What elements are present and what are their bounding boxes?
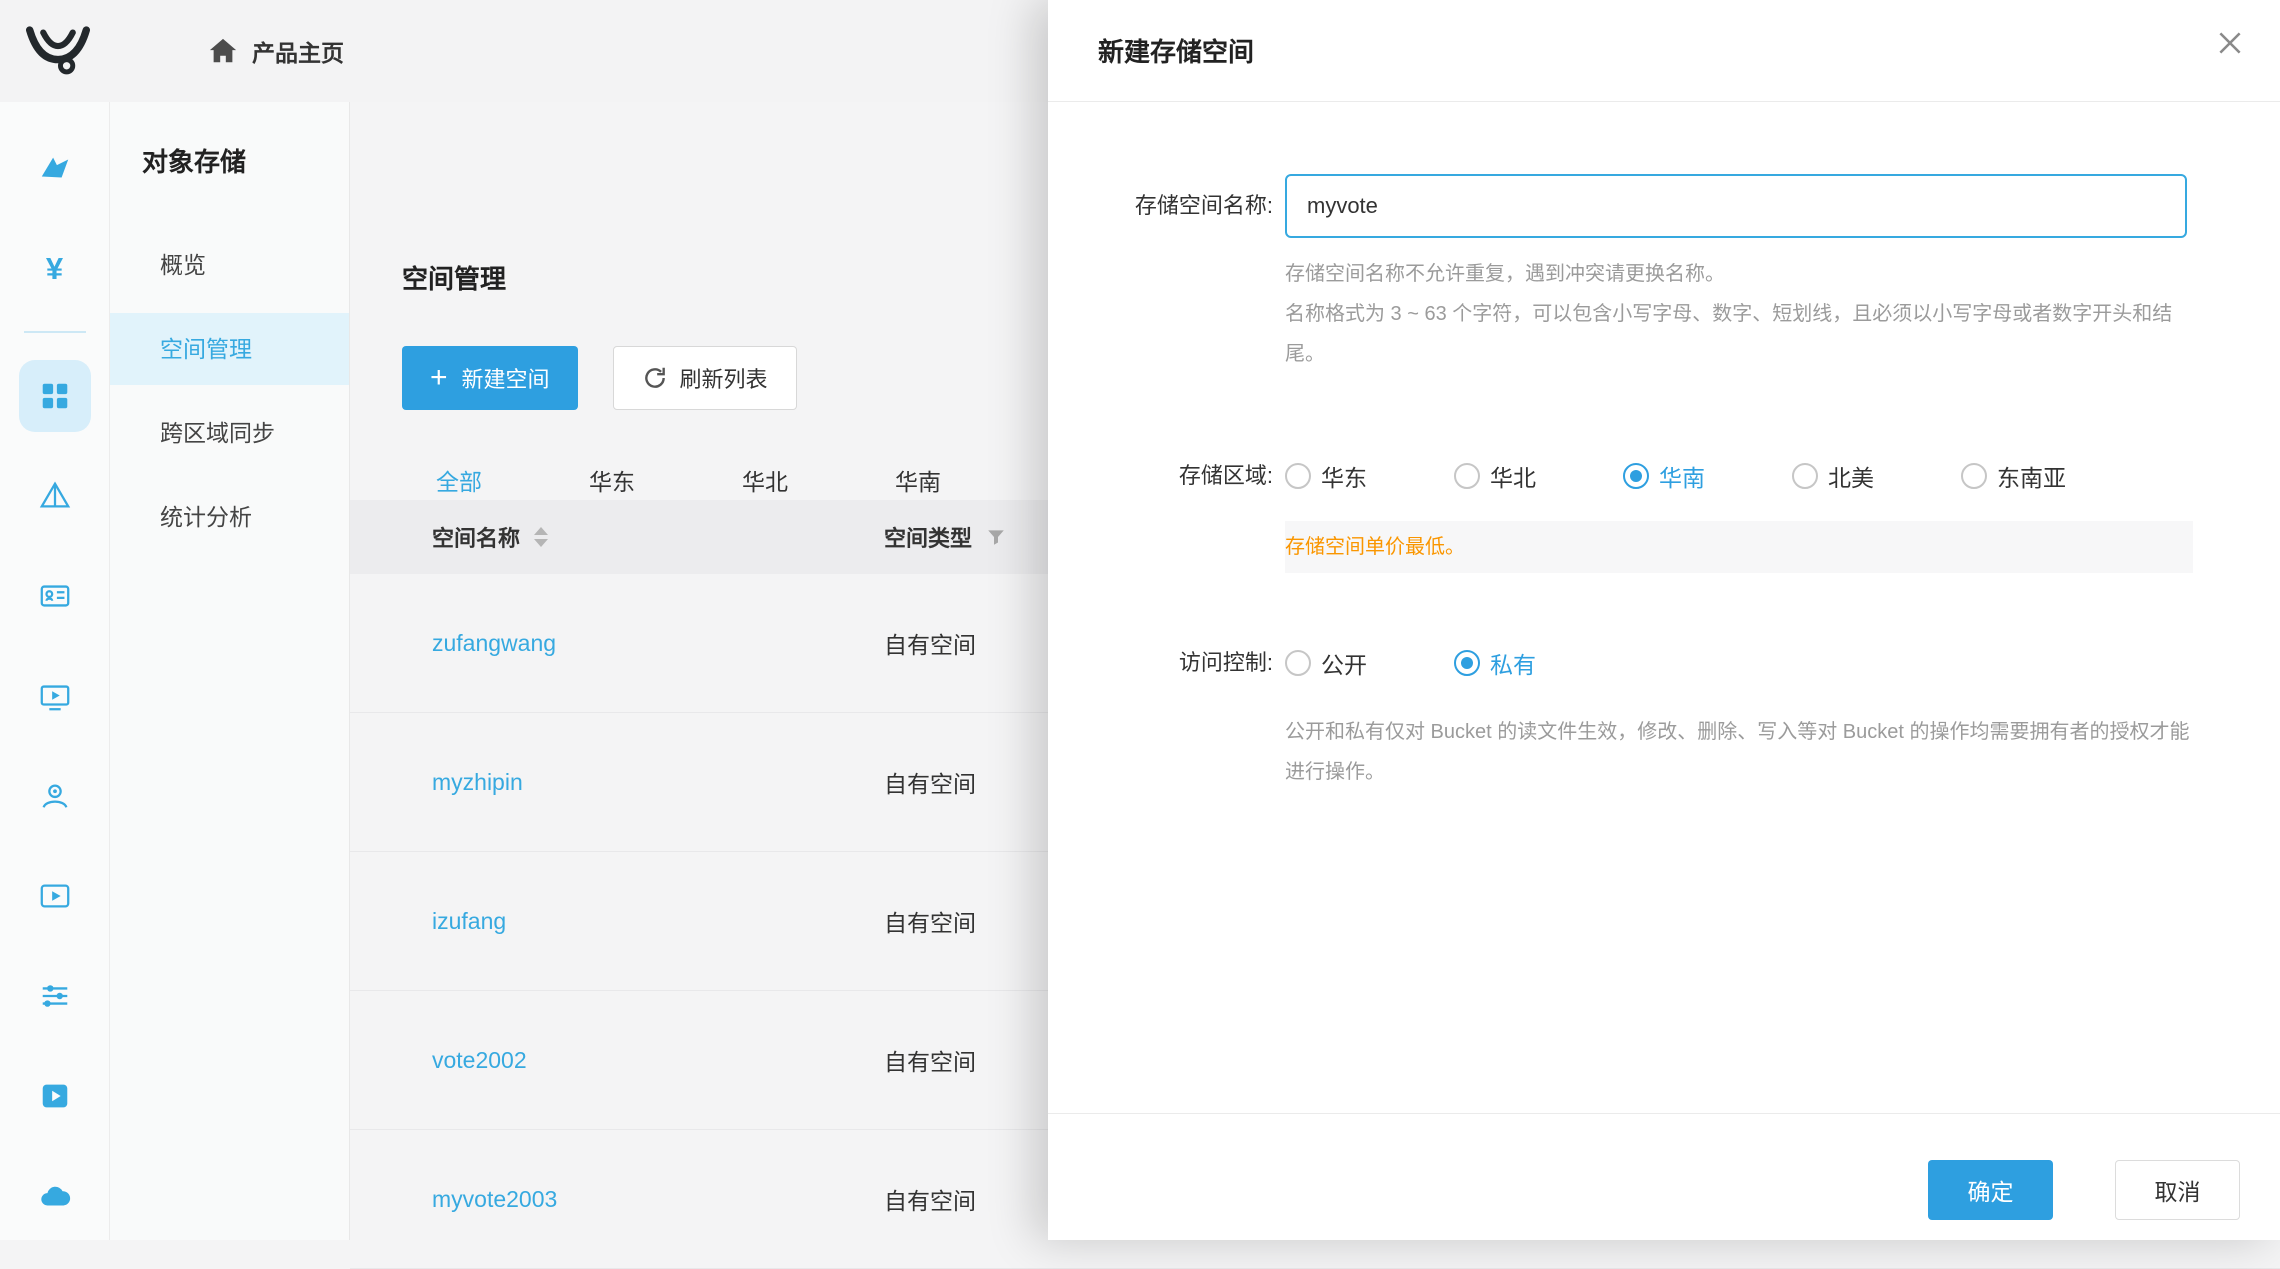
new-space-button[interactable]: + 新建空间: [402, 346, 578, 410]
filter-icon[interactable]: [986, 527, 1006, 547]
bucket-type: 自有空间: [884, 1182, 976, 1216]
radio-icon: [1285, 650, 1311, 676]
region-option-label: 华北: [1490, 459, 1536, 493]
new-space-button-label: 新建空间: [462, 362, 550, 394]
sidebar-item-space-management[interactable]: 空间管理: [110, 313, 349, 385]
region-option-southeast-asia[interactable]: 东南亚: [1961, 459, 2066, 493]
region-option-label: 北美: [1828, 459, 1874, 493]
home-icon: [208, 36, 238, 66]
col-header-space-name: 空间名称: [432, 521, 520, 553]
rail-divider: [24, 331, 86, 333]
access-option-private[interactable]: 私有: [1454, 646, 1536, 680]
access-control-label: 访问控制:: [1048, 637, 1273, 689]
product-rail: ¥: [0, 102, 110, 1240]
bird-icon[interactable]: [0, 118, 109, 218]
bucket-name-row: 存储空间名称:: [1048, 174, 2187, 238]
access-option-label: 公开: [1321, 646, 1367, 680]
region-row: 存储区域: 华东 华北 华南 北美 东南亚: [1048, 450, 2153, 502]
region-price-note: 存储空间单价最低。: [1285, 521, 2193, 573]
bucket-name-input[interactable]: [1285, 174, 2187, 238]
plus-icon: +: [430, 363, 448, 393]
sidebar-item-statistics[interactable]: 统计分析: [110, 481, 349, 553]
confirm-button[interactable]: 确定: [1928, 1160, 2053, 1220]
cloud-icon[interactable]: [0, 1146, 109, 1246]
bucket-name-help-line2: 名称格式为 3 ~ 63 个字符，可以包含小写字母、数字、短划线，且必须以小写字…: [1285, 294, 2193, 374]
refresh-icon: [642, 365, 680, 391]
col-header-space-type: 空间类型: [884, 521, 972, 553]
cancel-button[interactable]: 取消: [2115, 1160, 2240, 1220]
radio-icon: [1285, 463, 1311, 489]
bucket-name-link[interactable]: izufang: [432, 908, 506, 935]
bucket-name-help: 存储空间名称不允许重复，遇到冲突请更换名称。 名称格式为 3 ~ 63 个字符，…: [1285, 254, 2193, 374]
bucket-name-label: 存储空间名称:: [1048, 174, 1273, 238]
toolbar: + 新建空间 刷新列表: [402, 346, 797, 410]
close-icon[interactable]: [2214, 27, 2246, 59]
bucket-name-link[interactable]: zufangwang: [432, 630, 556, 657]
region-option-label: 华南: [1659, 459, 1705, 493]
region-options: 华东 华北 华南 北美 东南亚: [1285, 459, 2153, 493]
product-home-label: 产品主页: [252, 34, 344, 68]
access-option-public[interactable]: 公开: [1285, 646, 1367, 680]
bucket-name-link[interactable]: myzhipin: [432, 769, 523, 796]
radio-icon: [1961, 463, 1987, 489]
bucket-name-link[interactable]: myvote2003: [432, 1186, 557, 1213]
refresh-list-button[interactable]: 刷新列表: [613, 346, 797, 410]
product-home-link[interactable]: 产品主页: [208, 34, 344, 68]
tv-icon[interactable]: [0, 646, 109, 746]
grid-icon[interactable]: [0, 346, 109, 446]
new-bucket-drawer: 新建存储空间 存储空间名称: 存储空间名称不允许重复，遇到冲突请更换名称。 名称…: [1048, 0, 2280, 1240]
bucket-name-link[interactable]: vote2002: [432, 1047, 527, 1074]
video-play-icon[interactable]: [0, 846, 109, 946]
access-options: 公开 私有: [1285, 646, 1623, 680]
radio-icon: [1454, 650, 1480, 676]
yen-icon[interactable]: ¥: [0, 218, 109, 318]
region-label: 存储区域:: [1048, 450, 1273, 502]
refresh-list-button-label: 刷新列表: [680, 362, 768, 394]
bucket-type: 自有空间: [884, 626, 976, 660]
id-card-icon[interactable]: [0, 546, 109, 646]
radio-icon: [1792, 463, 1818, 489]
access-control-help: 公开和私有仅对 Bucket 的读文件生效，修改、删除、写入等对 Bucket …: [1285, 712, 2197, 792]
qiniu-logo-icon[interactable]: [26, 26, 90, 76]
sidebar-item-cross-region-sync[interactable]: 跨区域同步: [110, 397, 349, 469]
access-control-row: 访问控制: 公开 私有: [1048, 637, 1623, 689]
bucket-type: 自有空间: [884, 1043, 976, 1077]
object-storage-sidebar: 对象存储 概览 空间管理 跨区域同步 统计分析: [110, 102, 350, 1240]
sort-icon[interactable]: [534, 527, 548, 547]
access-option-label: 私有: [1490, 646, 1536, 680]
region-option-south-china[interactable]: 华南: [1623, 459, 1705, 493]
region-option-label: 东南亚: [1997, 459, 2066, 493]
radio-icon: [1454, 463, 1480, 489]
bucket-name-help-line1: 存储空间名称不允许重复，遇到冲突请更换名称。: [1285, 254, 2193, 294]
webcam-icon[interactable]: [0, 746, 109, 846]
sidebar-title: 对象存储: [110, 142, 349, 179]
page-title: 空间管理: [402, 259, 506, 296]
bucket-type: 自有空间: [884, 904, 976, 938]
region-option-label: 华东: [1321, 459, 1367, 493]
region-option-north-china[interactable]: 华北: [1454, 459, 1536, 493]
drawer-footer: 确定 取消: [1048, 1113, 2280, 1240]
bucket-type: 自有空间: [884, 765, 976, 799]
region-option-east-china[interactable]: 华东: [1285, 459, 1367, 493]
prism-icon[interactable]: [0, 446, 109, 546]
drawer-title: 新建存储空间: [1098, 32, 1254, 69]
sidebar-item-overview[interactable]: 概览: [110, 229, 349, 301]
region-option-north-america[interactable]: 北美: [1792, 459, 1874, 493]
drawer-header: 新建存储空间: [1048, 0, 2280, 102]
radio-icon: [1623, 463, 1649, 489]
equalizer-icon[interactable]: [0, 946, 109, 1046]
media-player-icon[interactable]: [0, 1046, 109, 1146]
